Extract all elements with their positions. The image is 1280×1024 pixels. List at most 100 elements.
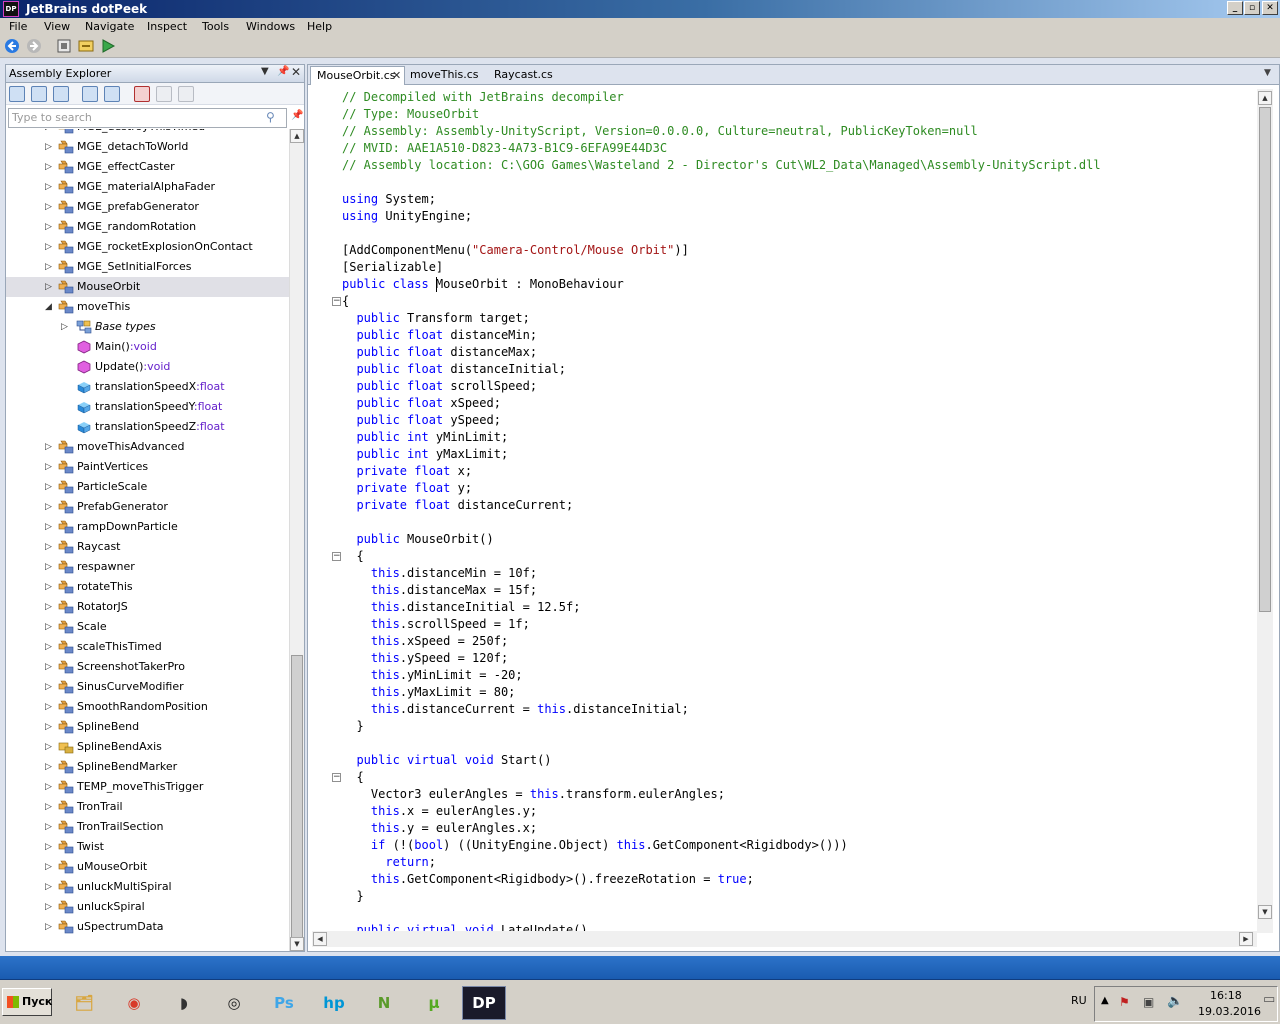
tree-item[interactable]: ▷ uSpectrumData: [6, 917, 289, 937]
tree-item[interactable]: ▷ ParticleScale: [6, 477, 289, 497]
expand-arrow-icon[interactable]: ▷: [44, 577, 53, 597]
tree-item[interactable]: ▷ MGE_materialAlphaFader: [6, 177, 289, 197]
code-scroll-right-icon[interactable]: ▶: [1239, 932, 1253, 946]
tree-item[interactable]: ▷ MGE_destroyThisTimed: [6, 129, 289, 137]
expand-arrow-icon[interactable]: ▷: [44, 837, 53, 857]
taskbar-utorrent-icon[interactable]: μ: [412, 986, 456, 1020]
tree-item[interactable]: ▷ SmoothRandomPosition: [6, 697, 289, 717]
tree-item[interactable]: ▷ SplineBendMarker: [6, 757, 289, 777]
expand-arrow-icon[interactable]: ▷: [44, 197, 53, 217]
tab-mouseorbit[interactable]: MouseOrbit.cs ✕: [310, 66, 405, 85]
code-scroll-down-icon[interactable]: ▼: [1258, 905, 1272, 919]
tree-scrollbar[interactable]: ▲ ▼: [289, 129, 304, 951]
restore-button[interactable]: ▫: [1244, 1, 1260, 15]
collapse-arrow-icon[interactable]: ◢: [44, 297, 53, 317]
tree-item[interactable]: ▷ MouseOrbit: [6, 277, 289, 297]
code-vertical-scrollbar[interactable]: ▲ ▼: [1257, 89, 1273, 933]
tree-item[interactable]: ▷ moveThisAdvanced: [6, 437, 289, 457]
taskbar-unknown-app-icon[interactable]: ◗: [162, 986, 206, 1020]
show-desktop-icon[interactable]: ▭: [1263, 992, 1275, 1007]
pin-icon[interactable]: 📌: [277, 66, 289, 77]
tree-item[interactable]: ▷ MGE_effectCaster: [6, 157, 289, 177]
expand-arrow-icon[interactable]: ▷: [44, 537, 53, 557]
expand-arrow-icon[interactable]: ▷: [44, 817, 53, 837]
code-scroll-left-icon[interactable]: ◀: [313, 932, 327, 946]
expand-arrow-icon[interactable]: ▷: [44, 157, 53, 177]
tree-item[interactable]: ▷ TEMP_moveThisTrigger: [6, 777, 289, 797]
open-from-folder-icon[interactable]: [53, 86, 69, 102]
network-icon[interactable]: ▣: [1143, 995, 1154, 1009]
expand-arrow-icon[interactable]: ▷: [44, 857, 53, 877]
tree-item[interactable]: ▷ unluckSpiral: [6, 897, 289, 917]
expand-arrow-icon[interactable]: ▷: [44, 517, 53, 537]
taskbar-photoshop-icon[interactable]: Ps: [262, 986, 306, 1020]
tree-item[interactable]: ▷ TronTrailSection: [6, 817, 289, 837]
expand-arrow-icon[interactable]: ▷: [44, 437, 53, 457]
expand-arrow-icon[interactable]: ▷: [44, 557, 53, 577]
menu-file[interactable]: File: [9, 20, 27, 33]
tree-item[interactable]: ▷ MGE_prefabGenerator: [6, 197, 289, 217]
menu-tools[interactable]: Tools: [202, 20, 229, 33]
remove-assembly-icon[interactable]: [134, 86, 150, 102]
tree-item[interactable]: ▷ rampDownParticle: [6, 517, 289, 537]
code-vertical-scroll-thumb[interactable]: [1259, 107, 1271, 612]
open-from-gac-icon[interactable]: [31, 86, 47, 102]
panel-close-icon[interactable]: ✕: [291, 65, 301, 79]
tree-item[interactable]: ▷ MGE_rocketExplosionOnContact: [6, 237, 289, 257]
expand-arrow-icon[interactable]: ▷: [44, 757, 53, 777]
export-icon[interactable]: [156, 86, 172, 102]
tree-item[interactable]: ▷ SinusCurveModifier: [6, 677, 289, 697]
tree-item[interactable]: ▷ PrefabGenerator: [6, 497, 289, 517]
tree-item[interactable]: Update():void: [6, 357, 289, 377]
expand-arrow-icon[interactable]: ▷: [44, 657, 53, 677]
taskbar-notepad-plus-icon[interactable]: N: [362, 986, 406, 1020]
clock-date[interactable]: 19.03.2016: [1198, 1005, 1261, 1018]
expand-arrow-icon[interactable]: ▷: [44, 237, 53, 257]
tree-item[interactable]: ▷ rotateThis: [6, 577, 289, 597]
taskbar-dotpeek-icon[interactable]: DP: [462, 986, 506, 1020]
code-horizontal-scrollbar[interactable]: ◀ ▶: [312, 931, 1257, 947]
menu-navigate[interactable]: Navigate: [85, 20, 134, 33]
tree-item[interactable]: ▷ MGE_detachToWorld: [6, 137, 289, 157]
tree-item[interactable]: ▷ RotatorJS: [6, 597, 289, 617]
fold-toggle-icon[interactable]: −: [332, 297, 341, 306]
panel-menu-icon[interactable]: ▼: [261, 66, 269, 77]
tree-item[interactable]: translationSpeedY:float: [6, 397, 289, 417]
show-hidden-icons-icon[interactable]: ▲: [1101, 995, 1109, 1006]
tree-item[interactable]: ▷ PaintVertices: [6, 457, 289, 477]
tree-item[interactable]: Main():void: [6, 337, 289, 357]
tree-item[interactable]: translationSpeedX:float: [6, 377, 289, 397]
tab-raycast[interactable]: Raycast.cs: [488, 66, 568, 85]
forward-icon[interactable]: [26, 38, 42, 54]
tab-close-icon[interactable]: ✕: [392, 67, 401, 84]
clock-time[interactable]: 16:18: [1210, 989, 1242, 1002]
menu-help[interactable]: Help: [307, 20, 332, 33]
back-icon[interactable]: [4, 38, 20, 54]
assembly-search-input[interactable]: [12, 111, 252, 124]
volume-icon[interactable]: 🔈: [1167, 994, 1183, 1009]
tree-item[interactable]: ▷ uMouseOrbit: [6, 857, 289, 877]
expand-arrow-icon[interactable]: ▷: [44, 457, 53, 477]
expand-arrow-icon[interactable]: ▷: [44, 717, 53, 737]
tree-item[interactable]: ◢ moveThis: [6, 297, 289, 317]
tree-item[interactable]: ▷ MGE_randomRotation: [6, 217, 289, 237]
export-project-icon[interactable]: [178, 86, 194, 102]
scroll-up-icon[interactable]: ▲: [290, 129, 304, 143]
expand-arrow-icon[interactable]: ▷: [44, 737, 53, 757]
expand-arrow-icon[interactable]: ▷: [44, 477, 53, 497]
scroll-down-icon[interactable]: ▼: [290, 937, 304, 951]
menu-view[interactable]: View: [44, 20, 70, 33]
expand-arrow-icon[interactable]: ▷: [44, 637, 53, 657]
tab-list-dropdown-icon[interactable]: ▼: [1264, 68, 1271, 78]
taskbar-chrome-icon[interactable]: ◉: [112, 986, 156, 1020]
expand-arrow-icon[interactable]: ▷: [44, 677, 53, 697]
expand-arrow-icon[interactable]: ▷: [44, 917, 53, 937]
taskbar-explorer-icon[interactable]: 🗂: [62, 986, 106, 1020]
expand-arrow-icon[interactable]: ▷: [44, 177, 53, 197]
fold-toggle-icon[interactable]: −: [332, 773, 341, 782]
assembly-list-icon[interactable]: [82, 86, 98, 102]
run-icon[interactable]: [100, 38, 116, 54]
menu-windows[interactable]: Windows: [246, 20, 295, 33]
expand-arrow-icon[interactable]: ▷: [44, 129, 53, 137]
navigate-icon[interactable]: [78, 38, 94, 54]
